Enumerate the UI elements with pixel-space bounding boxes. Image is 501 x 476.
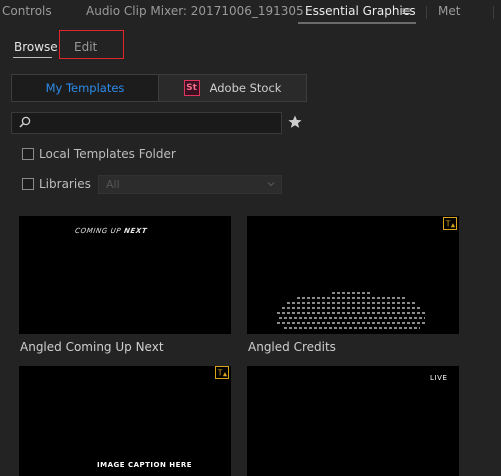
svg-text:T: T xyxy=(445,219,451,228)
tab-essential-graphics[interactable]: Essential Graphics xyxy=(305,4,416,18)
essential-graphics-panel: Controls Audio Clip Mixer: 20171006_1913… xyxy=(0,0,501,476)
credits-roll-graphic xyxy=(277,292,427,332)
libraries-label: Libraries xyxy=(39,177,91,191)
my-templates-label: My Templates xyxy=(45,81,125,95)
libraries-select[interactable]: All xyxy=(98,175,282,194)
missing-font-warning-icon: T xyxy=(215,366,229,379)
panel-tab-bar: Controls Audio Clip Mixer: 20171006_1913… xyxy=(0,0,501,25)
svg-text:T: T xyxy=(217,368,223,377)
libraries-select-value: All xyxy=(106,178,120,191)
my-templates-button[interactable]: My Templates xyxy=(11,74,159,102)
star-icon[interactable] xyxy=(287,114,303,130)
adobe-stock-label: Adobe Stock xyxy=(209,81,282,95)
adobe-stock-button[interactable]: St Adobe Stock xyxy=(158,74,307,102)
tab-controls[interactable]: Controls xyxy=(2,4,52,18)
local-templates-folder-label: Local Templates Folder xyxy=(39,147,176,161)
tab-browse[interactable]: Browse xyxy=(14,40,58,54)
template-thumbnail[interactable]: LIVE xyxy=(247,366,459,476)
missing-font-warning-icon: T xyxy=(443,217,457,230)
template-thumbnail[interactable]: COMING UP NEXT xyxy=(19,216,231,334)
tab-audio-clip-mixer[interactable]: Audio Clip Mixer: 20171006_191305 xyxy=(86,4,304,18)
chevron-down-icon xyxy=(267,182,275,187)
search-icon xyxy=(19,116,31,128)
search-input[interactable] xyxy=(11,112,282,134)
thumbnail-text: COMING UP NEXT xyxy=(74,227,148,235)
active-tab-indicator xyxy=(298,22,416,24)
highlight-box xyxy=(59,30,124,59)
local-templates-folder-checkbox[interactable] xyxy=(22,148,34,160)
tab-metadata[interactable]: Met xyxy=(438,4,460,18)
template-label: Angled Coming Up Next xyxy=(20,340,164,354)
panel-menu-icon[interactable]: ≡ xyxy=(401,4,411,18)
browse-active-indicator xyxy=(13,57,52,58)
template-label: Angled Credits xyxy=(248,340,336,354)
thumbnail-text: LIVE xyxy=(430,374,448,382)
thumbnail-text: IMAGE CAPTION HERE xyxy=(97,461,193,469)
template-thumbnail[interactable] xyxy=(247,216,459,334)
tab-divider xyxy=(426,6,427,19)
scrollbar[interactable] xyxy=(487,210,497,476)
adobe-stock-icon: St xyxy=(183,80,200,96)
template-thumbnail[interactable]: IMAGE CAPTION HERE xyxy=(19,366,231,476)
libraries-checkbox[interactable] xyxy=(22,178,34,190)
tab-divider xyxy=(493,6,494,19)
